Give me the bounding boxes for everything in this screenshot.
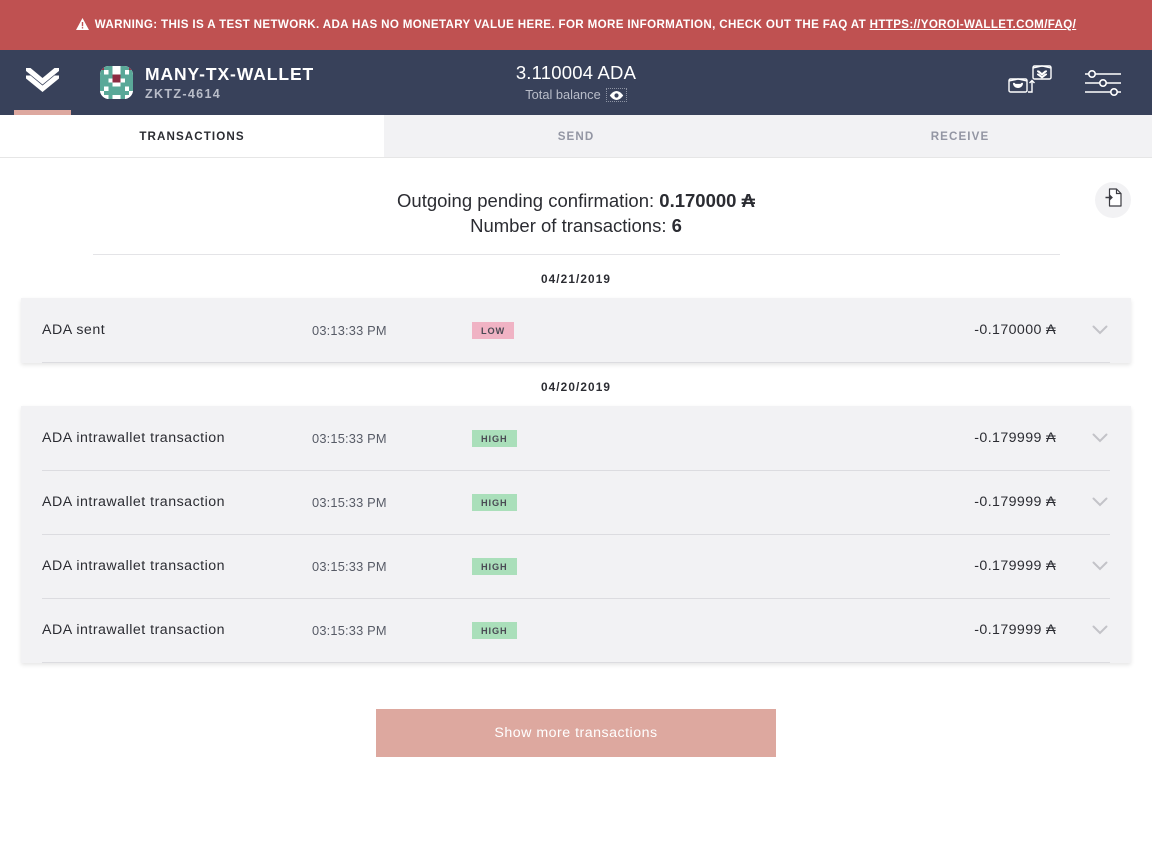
pending-confirmation-line: Outgoing pending confirmation: 0.170000 … xyxy=(93,188,1060,213)
transactions-page: Outgoing pending confirmation: 0.170000 … xyxy=(0,158,1152,847)
chevron-down-icon[interactable] xyxy=(1090,325,1110,335)
count-label: Number of transactions: xyxy=(470,215,672,236)
transaction-groups: 04/21/2019 ADA sent 03:13:33 PM LOW -0.17000… xyxy=(0,255,1152,663)
transaction-time: 03:15:33 PM xyxy=(312,558,387,574)
export-transactions-button[interactable] xyxy=(1095,182,1131,218)
top-navigation-bar: MANY-TX-WALLET ZKTZ-4614 3.110004 ADA To… xyxy=(0,50,1152,115)
status-badge: HIGH xyxy=(472,494,517,511)
export-transactions-icon xyxy=(1105,188,1122,212)
total-balance-amount: 3.110004 ADA xyxy=(515,62,637,83)
assurance-badge-cell: HIGH xyxy=(472,493,592,511)
assurance-badge-cell: HIGH xyxy=(472,429,592,447)
eye-icon[interactable] xyxy=(605,87,627,102)
test-network-warning-banner: WARNING: THIS IS A TEST NETWORK. ADA HAS… xyxy=(0,0,1152,50)
settings-sliders-icon[interactable] xyxy=(1084,69,1122,97)
transaction-count-line: Number of transactions: 6 xyxy=(93,213,1060,238)
transaction-type: ADA sent xyxy=(42,322,106,338)
tab-transactions[interactable]: TRANSACTIONS xyxy=(0,115,384,157)
pending-label: Outgoing pending confirmation: xyxy=(397,190,660,211)
transaction-amount: -0.179999 ₳ xyxy=(974,622,1056,638)
chevron-down-icon[interactable] xyxy=(1090,433,1110,443)
status-badge: HIGH xyxy=(472,558,517,575)
status-badge: LOW xyxy=(472,322,515,339)
transaction-type: ADA intrawallet transaction xyxy=(42,622,226,638)
active-nav-indicator xyxy=(14,110,71,115)
transaction-type: ADA intrawallet transaction xyxy=(42,430,226,446)
transaction-type: ADA intrawallet transaction xyxy=(42,494,226,510)
tab-receive[interactable]: RECEIVE xyxy=(768,115,1152,157)
yoroi-logo-icon xyxy=(25,67,59,98)
nav-actions xyxy=(1008,50,1152,115)
table-row[interactable]: ADA intrawallet transaction 03:15:33 PM HI… xyxy=(21,470,1131,534)
wallet-plate-id: ZKTZ-4614 xyxy=(145,86,222,101)
tab-send[interactable]: SEND xyxy=(384,115,768,157)
warning-triangle-icon xyxy=(75,16,89,37)
assurance-badge-cell: HIGH xyxy=(472,557,592,575)
total-balance-label: Total balance xyxy=(525,87,601,102)
wallet-tabs: TRANSACTIONS SEND RECEIVE xyxy=(0,115,1152,158)
chevron-down-icon[interactable] xyxy=(1090,497,1110,507)
assurance-badge-cell: HIGH xyxy=(472,621,592,639)
wallet-identicon-avatar xyxy=(100,66,133,99)
transaction-time: 03:13:33 PM xyxy=(312,322,387,338)
chevron-down-icon[interactable] xyxy=(1090,561,1110,571)
transactions-summary: Outgoing pending confirmation: 0.170000 … xyxy=(92,188,1060,255)
faq-link[interactable]: HTTPS://YOROI-WALLET.COM/FAQ/ xyxy=(870,18,1077,31)
yoroi-logo-button[interactable] xyxy=(0,50,84,115)
assurance-badge-cell: LOW xyxy=(472,321,592,339)
transaction-amount: -0.179999 ₳ xyxy=(974,430,1056,446)
table-row[interactable]: ADA intrawallet transaction 03:15:33 PM HI… xyxy=(21,534,1131,598)
table-row[interactable]: ADA sent 03:13:33 PM LOW -0.170000 ₳ xyxy=(21,298,1131,362)
pending-value: 0.170000 ₳ xyxy=(659,190,755,211)
switch-wallet-icon[interactable] xyxy=(1008,64,1052,102)
transaction-amount: -0.179999 ₳ xyxy=(974,494,1056,510)
transaction-time: 03:15:33 PM xyxy=(312,430,387,446)
transaction-date-header: 04/20/2019 xyxy=(540,380,612,394)
status-badge: HIGH xyxy=(472,622,517,639)
transaction-time: 03:15:33 PM xyxy=(312,494,387,510)
transaction-type: ADA intrawallet transaction xyxy=(42,558,226,574)
transaction-amount: -0.170000 ₳ xyxy=(974,322,1056,338)
wallet-info[interactable]: MANY-TX-WALLET ZKTZ-4614 xyxy=(84,50,314,115)
transaction-card: ADA sent 03:13:33 PM LOW -0.170000 ₳ xyxy=(21,298,1131,363)
table-row[interactable]: ADA intrawallet transaction 03:15:33 PM HI… xyxy=(21,406,1131,470)
chevron-down-icon[interactable] xyxy=(1090,625,1110,635)
transaction-time: 03:15:33 PM xyxy=(312,622,387,638)
table-row[interactable]: ADA intrawallet transaction 03:15:33 PM HI… xyxy=(21,598,1131,662)
warning-text: WARNING: THIS IS A TEST NETWORK. ADA HAS… xyxy=(94,17,870,31)
wallet-name: MANY-TX-WALLET xyxy=(145,63,315,84)
count-value: 6 xyxy=(671,215,682,236)
transaction-amount: -0.179999 ₳ xyxy=(974,558,1056,574)
show-more-transactions-button[interactable]: Show more transactions xyxy=(376,709,776,757)
transaction-card: ADA intrawallet transaction 03:15:33 PM HI… xyxy=(21,406,1131,663)
transaction-date-header: 04/21/2019 xyxy=(540,272,612,286)
status-badge: HIGH xyxy=(472,430,517,447)
